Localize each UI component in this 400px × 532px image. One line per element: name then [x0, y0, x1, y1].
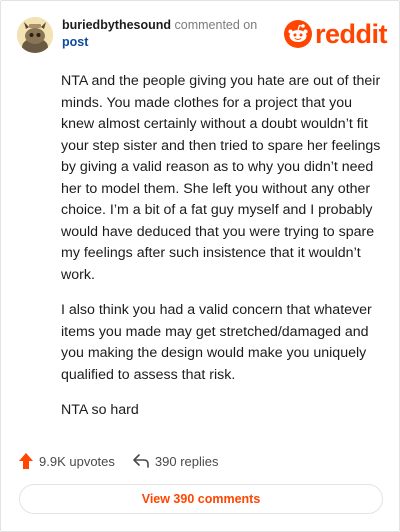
- comment-paragraph-3: NTA so hard: [61, 402, 139, 418]
- view-comments-button[interactable]: View 390 comments: [19, 484, 383, 514]
- reddit-snoo-icon: [283, 20, 312, 48]
- reply-arrow-icon: [133, 454, 149, 468]
- upvote-count: 9.9K upvotes: [39, 453, 115, 469]
- comment-card: buriedbythesound commented on post reddi…: [0, 0, 400, 532]
- action-text: commented on: [174, 18, 258, 32]
- post-link[interactable]: post: [62, 34, 257, 51]
- reddit-logo[interactable]: reddit: [283, 18, 388, 50]
- comment-header: buriedbythesound commented on post reddi…: [17, 15, 388, 55]
- comment-paragraph-1: NTA and the people giving you hate are o…: [61, 73, 381, 283]
- username-link[interactable]: buriedbythesound: [62, 18, 171, 32]
- reply-button[interactable]: 390 replies: [133, 454, 219, 469]
- reddit-wordmark: reddit: [314, 19, 388, 49]
- upvote-arrow-icon: [19, 453, 33, 469]
- comment-body: NTA and the people giving you hate are o…: [61, 71, 381, 436]
- comment-actions: 9.9K upvotes 390 replies: [19, 450, 237, 472]
- reply-count: 390 replies: [154, 453, 219, 469]
- snoo-avatar-icon[interactable]: [17, 17, 53, 53]
- comment-paragraph-2: I also think you had a valid concern tha…: [61, 302, 372, 383]
- comment-meta: buriedbythesound commented on post: [62, 17, 257, 51]
- upvote-button[interactable]: 9.9K upvotes: [19, 453, 115, 469]
